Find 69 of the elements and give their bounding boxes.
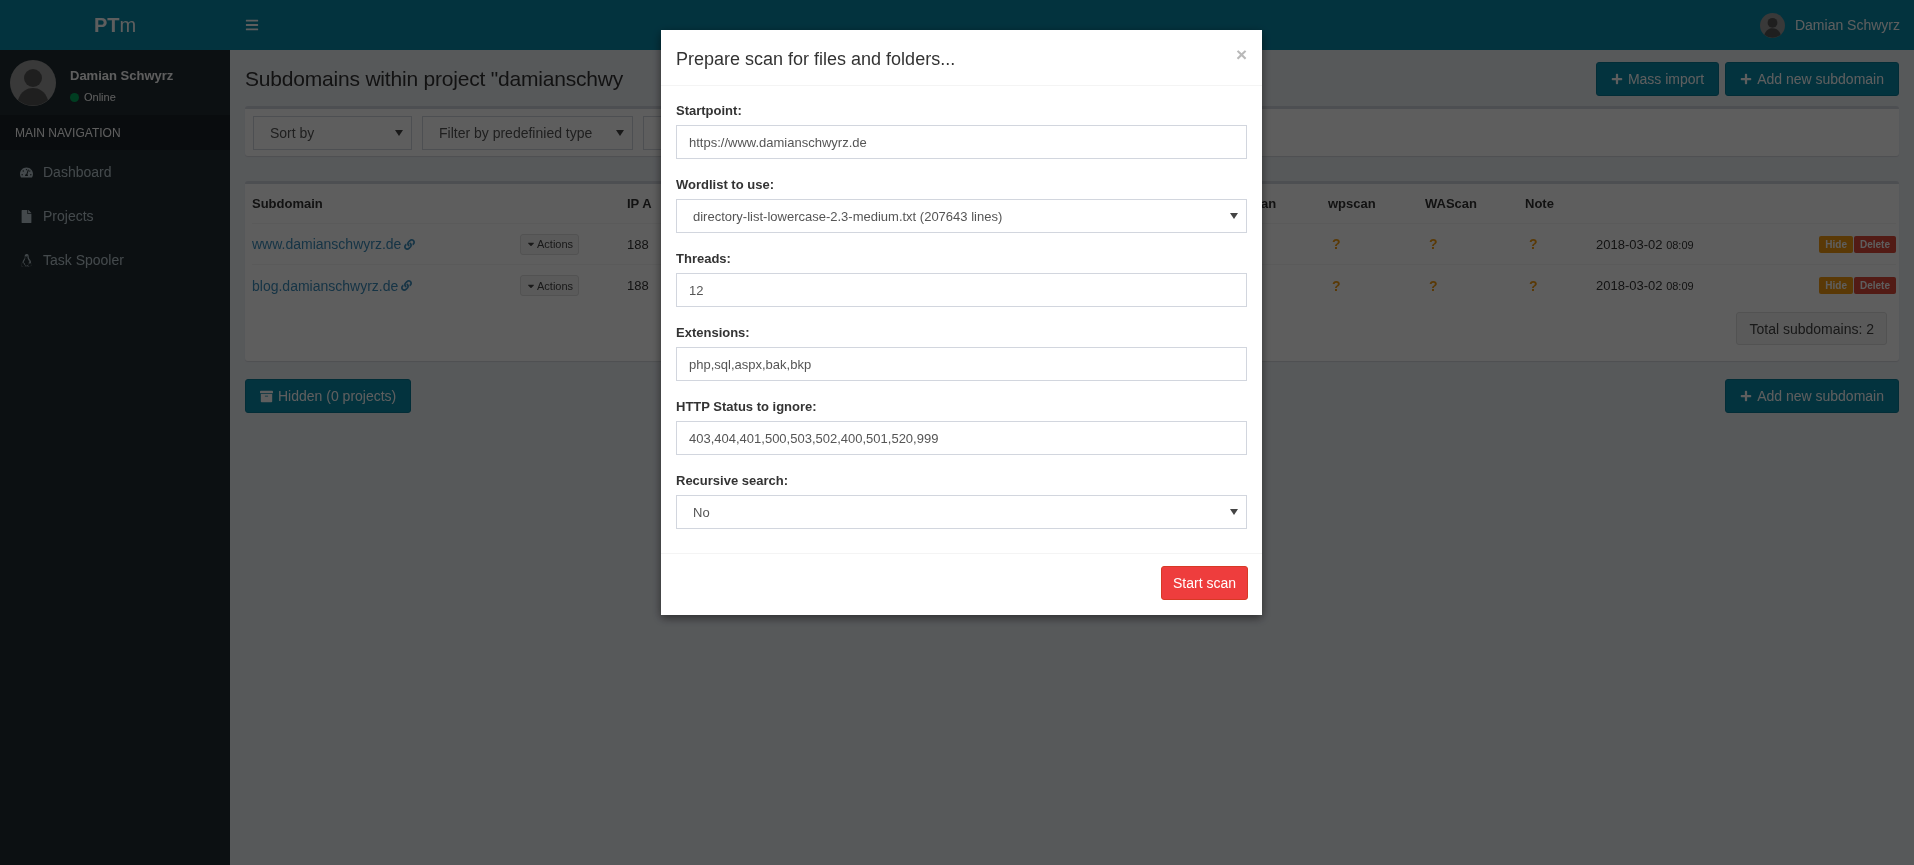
user-name[interactable]: Damian Schwyrz (1794, 17, 1900, 33)
caret-icon (395, 129, 403, 136)
add-subdomain-button[interactable]: Add new subdomain (1725, 379, 1899, 413)
column-header: Subdomain (252, 196, 324, 211)
status-dot (70, 92, 79, 102)
add-subdomain-button[interactable]: Add new subdomain (1725, 62, 1899, 96)
filter-select[interactable]: Filter by predefinied type (422, 115, 633, 150)
avatar (1759, 12, 1785, 38)
field-label: Recursive search: (676, 473, 789, 488)
input-field[interactable]: 403,404,401,500,503,502,400,501,520,999 (676, 421, 1247, 455)
column-header: wpscan (1328, 196, 1377, 211)
date-cell: 2018-03-02 08:09 (1596, 236, 1694, 252)
plus-icon (1740, 73, 1753, 85)
subdomain-link[interactable]: www.damianschwyrz.de (252, 236, 416, 252)
hidden-projects-button[interactable]: Hidden (0 projects) (245, 379, 412, 413)
nav-header: MAIN NAVIGATION (0, 115, 230, 150)
actions-button[interactable]: Actions (520, 275, 580, 296)
column-header: Note (1525, 196, 1555, 211)
avatar (10, 60, 56, 106)
delete-button[interactable]: Delete (1854, 235, 1896, 253)
date-cell: 2018-03-02 08:09 (1596, 278, 1694, 293)
total-count: Total subdomains: 2 (1736, 312, 1887, 345)
status-cell-text: ? (1331, 277, 1342, 294)
ip-cell: 188 (627, 278, 649, 293)
note-cell-text: ? (1528, 236, 1539, 252)
actions-button[interactable]: Actions (520, 233, 580, 255)
column-header: WAScan (1425, 196, 1478, 211)
column-header: an (1261, 196, 1278, 211)
ip-cell: 188 (627, 236, 649, 252)
user-name: Damian Schwyrz (70, 68, 174, 83)
penguin-icon (20, 253, 33, 267)
field-label: Wordlist to use: (676, 177, 775, 192)
delete-button[interactable]: Delete (1854, 277, 1896, 294)
status-cell-text: ? (1428, 277, 1439, 294)
input-field[interactable]: php,sql,aspx,bak,bkp (676, 347, 1247, 381)
file-icon (20, 209, 33, 223)
field-label: Extensions: (676, 325, 751, 340)
field-label: HTTP Status to ignore: (676, 399, 818, 414)
page-title: Subdomains within project "damianschwy (245, 67, 624, 91)
hide-button[interactable]: Hide (1819, 235, 1853, 253)
select-field[interactable]: No (676, 495, 1247, 529)
input-field[interactable]: https://www.damianschwyrz.de (676, 125, 1247, 159)
column-header: IP A (627, 196, 653, 211)
subdomain-link[interactable]: blog.damianschwyrz.de (252, 277, 413, 294)
status-cell-text: ? (1428, 236, 1439, 252)
link-icon (401, 280, 413, 291)
menu-icon[interactable] (245, 18, 259, 32)
input-field[interactable]: 12 (676, 273, 1247, 307)
caret-icon (1230, 509, 1238, 515)
note-cell-text: ? (1528, 277, 1539, 294)
select-field[interactable]: directory-list-lowercase-2.3-medium.txt (207643 lines) (676, 199, 1247, 233)
plus-icon (1610, 73, 1623, 85)
field-label: Threads: (676, 251, 732, 266)
close-button[interactable]: × (1235, 45, 1247, 64)
filter-select[interactable]: Sort by (253, 115, 412, 150)
brand-logo[interactable]: PTm (93, 13, 137, 37)
dialog-title: Prepare scan for files and folders... (676, 48, 956, 70)
hide-button[interactable]: Hide (1819, 277, 1853, 294)
status-cell-text: ? (1331, 236, 1342, 252)
start-scan-button[interactable]: Start scan (1160, 566, 1248, 600)
link-icon (404, 238, 416, 250)
archive-icon (260, 389, 273, 403)
status-text: Online (84, 91, 116, 103)
plus-icon (1740, 390, 1753, 402)
caret-icon (616, 129, 624, 136)
mass-import-button[interactable]: Mass import (1595, 62, 1720, 96)
caret-icon (1230, 213, 1238, 219)
field-label: Startpoint: (676, 103, 743, 118)
dashboard-icon (20, 165, 33, 179)
